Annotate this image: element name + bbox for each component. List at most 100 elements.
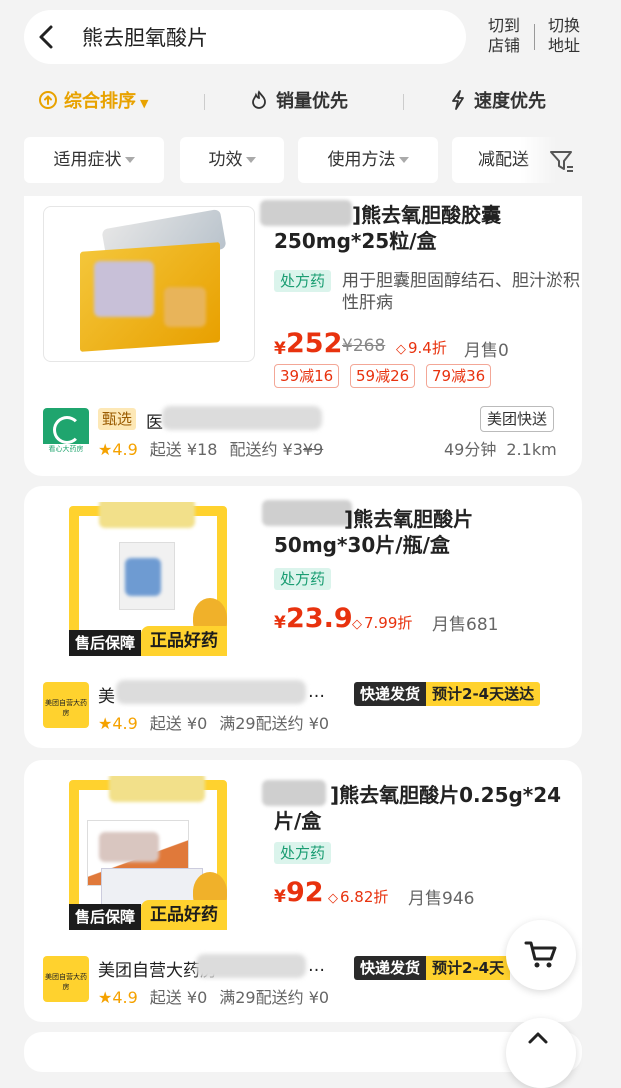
flame-icon [252,90,266,109]
star-icon: ★ [98,988,113,1007]
product-card[interactable]: ]熊去氧胆酸胶囊 250mg*25粒/盒 处方药 用于胆囊胆固醇结石、胆汁淤积性… [24,196,582,476]
after-sales-label: 售后保障 [69,630,141,656]
caret-down-icon [124,157,135,163]
filter-efficacy[interactable]: 功效 [180,137,284,183]
filter-symptoms-label: 适用症状 [53,150,122,170]
sort-divider [204,94,205,110]
distance: 2.1km [506,440,557,459]
express-ship-label: 快递发货 [354,956,427,980]
discount-label: ◇ 9.4折 [396,337,447,358]
product-title-line2: 250mg*25粒/盒 [274,229,437,253]
cart-icon [524,941,557,968]
delivery-type-badge: 美团快送 [480,406,555,432]
shop-logo-text: 看心大药房 [43,444,89,454]
shop-stats: ★4.9 起送 ¥0 满29配送约 ¥0 [98,984,329,1008]
caret-down-icon: ▼ [140,97,149,110]
filter-efficacy-label: 功效 [208,150,243,170]
product-card[interactable]: 售后保障 正品好药 ]熊去氧胆酸片 50mg*30片/瓶/盒 处方药 ¥ 23.… [24,486,582,748]
delivery-fee: 满29配送约 ¥0 [219,988,330,1007]
blurred-region [94,261,154,317]
delivery-eta: 49分钟 2.1km [444,436,557,460]
prescription-badge: 处方药 [274,568,332,590]
filter-symptoms[interactable]: 适用症状 [24,137,164,183]
monthly-sales: 月售946 [408,889,475,909]
product-image[interactable] [43,206,255,362]
switch-to-store-line1: 切到 [487,16,520,35]
product-card[interactable] [24,1032,582,1072]
discount-label: ◇ 6.82折 [328,886,388,907]
shop-name[interactable]: 医 [146,408,163,433]
product-card[interactable]: 售后保障 正品好药 ]熊去氧胆酸片0.25g*24 片/盒 处方药 ¥ 92 ◇… [24,760,582,1022]
product-title-line1: ]熊去氧胆酸胶囊 [352,203,502,227]
floating-action-button[interactable] [506,1018,576,1088]
sort-divider [403,94,404,110]
caret-down-icon [245,157,256,163]
genuine-label: 正品好药 [141,626,227,656]
switch-address-line1: 切换 [547,16,580,35]
edit-icon [528,1032,548,1044]
caret-down-icon [398,157,409,163]
product-title[interactable]: ]熊去氧胆酸片 50mg*30片/瓶/盒 [274,506,574,558]
product-image[interactable]: 售后保障 正品好药 [43,776,253,930]
shop-logo[interactable]: 看心大药房 [43,408,89,454]
coupon-tag[interactable]: 59减26 [350,364,416,388]
product-title-line2: 50mg*30片/瓶/盒 [274,533,450,557]
sort-comprehensive[interactable]: 综合排序 ▼ [38,88,148,116]
express-eta-label: 预计2-4天 [426,956,511,980]
original-price: ¥268 [342,336,386,356]
product-title[interactable]: ]熊去氧胆酸片0.25g*24 片/盒 [274,782,584,834]
shop-name-ellipsis: … [308,956,325,976]
shop-logo-text: 美团自营大药房 [45,699,87,717]
coupon-tag[interactable]: 39减16 [274,364,340,388]
monthly-sales: 月售681 [432,615,499,635]
sort-speed[interactable]: 速度优先 [450,88,546,116]
price: 252 [286,328,343,359]
filter-usage-label: 使用方法 [327,150,396,170]
delivery-fee-original: ¥9 [302,440,324,459]
discount-value: 6.82折 [340,888,389,906]
rating: 4.9 [112,440,138,459]
search-query[interactable]: 熊去胆氧酸片 [82,22,208,52]
cart-button[interactable] [506,920,576,990]
price: 23.9 [286,603,353,634]
product-title-line1: ]熊去氧胆酸片0.25g*24 [330,783,562,807]
header-divider [534,24,535,50]
switch-to-store-line2: 店铺 [487,36,520,55]
product-image[interactable]: 售后保障 正品好药 [43,502,253,656]
shop-logo[interactable]: 美团自营大药房 [43,956,89,1002]
delivery-fee: 配送约 ¥3 [229,440,303,459]
coupon-tag[interactable]: 79减36 [426,364,492,388]
blurred-shop-name [116,680,306,704]
discount-tag-icon: ◇ [396,342,406,357]
shop-name-visible: 美 [98,687,115,707]
funnel-icon[interactable] [548,147,576,175]
min-order: 起送 ¥0 [149,988,208,1007]
delivery-fee: 满29配送约 ¥0 [219,714,330,733]
lightning-icon [452,90,464,110]
discount-value: 7.99折 [364,614,413,632]
sort-speed-label: 速度优先 [474,91,546,112]
blurred-shop-name [162,406,322,430]
star-icon: ★ [98,714,113,733]
switch-address-button[interactable]: 切换 地址 [544,16,584,56]
genuine-label: 正品好药 [141,900,227,930]
selected-badge: 甄选 [98,408,137,430]
shop-logo[interactable]: 美团自营大药房 [43,682,89,728]
shop-logo-text: 美团自营大药房 [45,973,87,991]
star-icon: ★ [98,440,113,459]
sort-sales-label: 销量优先 [276,91,348,112]
blurred-shop-name [196,954,306,978]
back-icon[interactable] [36,24,56,50]
shop-stats: ★4.9 起送 ¥18 配送约 ¥3¥9 [98,436,323,460]
shop-name[interactable]: 美 [98,682,115,707]
product-description: 用于胆囊胆固醇结石、胆汁淤积性肝病 [342,271,580,313]
filter-usage[interactable]: 使用方法 [298,137,438,183]
product-title[interactable]: ]熊去氧胆酸胶囊 250mg*25粒/盒 [274,202,574,254]
discount-tag-icon: ◇ [328,891,338,906]
switch-to-store-button[interactable]: 切到 店铺 [484,16,524,56]
sort-sales[interactable]: 销量优先 [250,88,348,116]
product-title-line1: ]熊去氧胆酸片 [344,507,474,531]
price: 92 [286,877,324,908]
shop-name-ellipsis: … [308,682,325,702]
arrow-up-circle-icon [39,91,57,109]
